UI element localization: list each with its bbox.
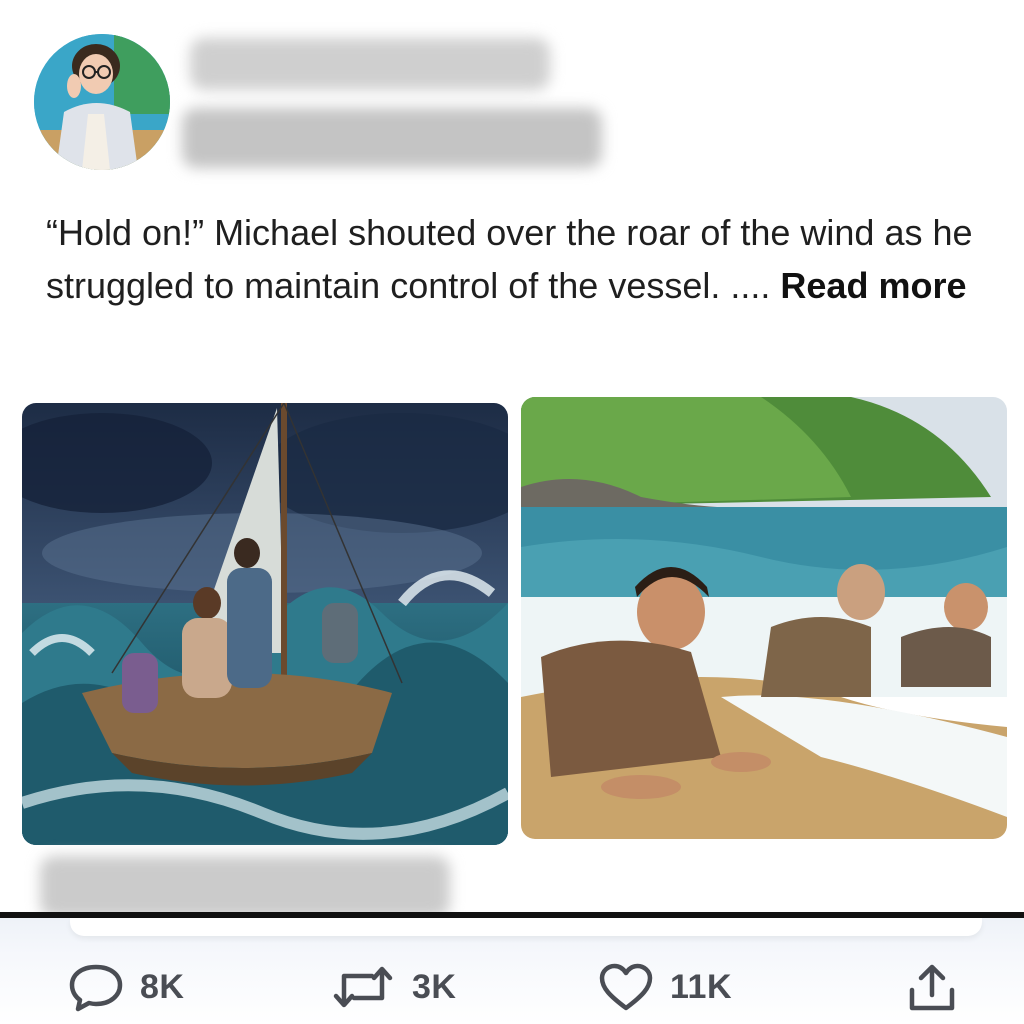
redacted-author-name — [190, 38, 550, 90]
redacted-author-handle — [182, 108, 602, 168]
beach-image-illustration — [521, 397, 1007, 839]
share-icon — [909, 964, 955, 1011]
post-quote: “Hold on!” — [46, 212, 205, 253]
avatar-photo — [34, 34, 170, 170]
reply-button[interactable]: 8K — [68, 962, 184, 1012]
author-avatar[interactable] — [34, 34, 170, 170]
read-more-link[interactable]: Read more — [780, 265, 966, 306]
repost-count: 3K — [412, 967, 457, 1006]
share-button[interactable] — [904, 962, 960, 1012]
post-text: “Hold on!” Michael shouted over the roar… — [46, 206, 976, 312]
post-image-storm[interactable] — [22, 403, 508, 845]
storm-image-illustration — [22, 403, 508, 845]
repost-button[interactable]: 3K — [330, 962, 456, 1012]
repost-icon — [333, 966, 393, 1008]
like-count: 11K — [670, 967, 732, 1006]
reply-count: 8K — [140, 967, 185, 1006]
post-image-beach[interactable] — [521, 397, 1007, 839]
heart-icon — [599, 963, 653, 1011]
redacted-caption — [40, 856, 450, 918]
action-bar-card-edge — [70, 918, 982, 936]
speech-bubble-icon — [69, 964, 123, 1012]
like-button[interactable]: 11K — [598, 962, 732, 1012]
